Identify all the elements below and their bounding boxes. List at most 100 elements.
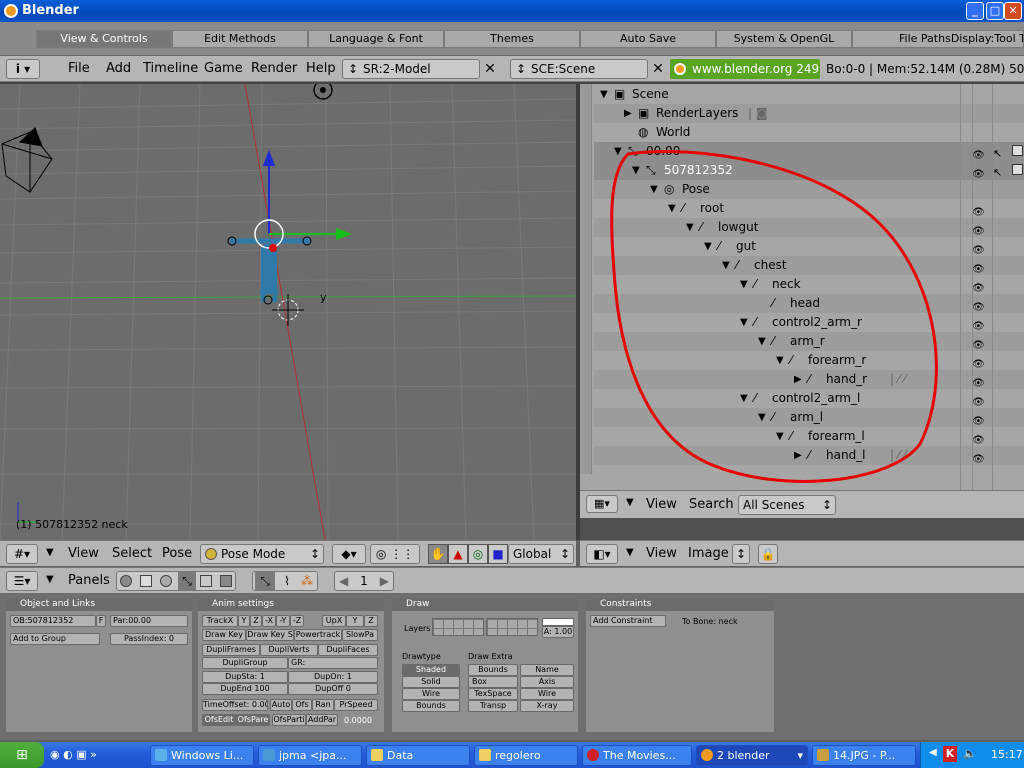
add-constraint-button[interactable]: Add Constraint: [590, 615, 666, 627]
kaspersky-icon[interactable]: K: [943, 746, 957, 762]
add-to-group-button[interactable]: Add to Group: [10, 633, 100, 645]
dupoff-field[interactable]: DupOff 0: [288, 683, 378, 695]
taskbar-item[interactable]: 14.JPG - P...: [812, 745, 916, 766]
editing-icon[interactable]: [200, 575, 212, 587]
color-swatch[interactable]: [542, 618, 574, 626]
outliner[interactable]: ▼ ▣ Scene ▶ ▣ RenderLayers | ◙ ◍ World ▼ ⤡ 00.00 👁 ↖ ▼…: [580, 84, 1024, 490]
auto-button[interactable]: Auto: [270, 699, 292, 711]
decrement-icon[interactable]: ◀: [339, 572, 348, 590]
mode-select[interactable]: Pose Mode ↕: [200, 544, 324, 564]
object-icon[interactable]: ⤡: [178, 572, 196, 590]
prspeed-button[interactable]: PrSpeed: [334, 699, 378, 711]
drawtype-bounds[interactable]: Bounds: [402, 700, 460, 712]
extra-xray[interactable]: X-ray: [520, 700, 574, 712]
track-negy-button[interactable]: -Y: [276, 615, 290, 627]
track-negz-button[interactable]: -Z: [290, 615, 304, 627]
grid-type-icon[interactable]: #▾: [6, 544, 38, 564]
blender-url[interactable]: www.blender.org 249.2: [670, 59, 820, 79]
delete-screen-button[interactable]: ✕: [480, 59, 500, 79]
delete-scene-button[interactable]: ✕: [648, 59, 668, 79]
drawtype-solid[interactable]: Solid: [402, 676, 460, 688]
extra-box[interactable]: Box: [468, 676, 518, 688]
track-z-button[interactable]: Z: [250, 615, 262, 627]
fake-user-button[interactable]: F: [96, 615, 106, 627]
taskbar-item[interactable]: Data: [366, 745, 470, 766]
parent-field[interactable]: Par:00.00: [110, 615, 188, 627]
orientation-select[interactable]: Global ↕: [508, 544, 574, 564]
menu-add[interactable]: Add: [106, 61, 131, 76]
context-buttons[interactable]: ⤡: [116, 571, 236, 591]
draw-key-sel-button[interactable]: Draw Key S: [246, 629, 294, 641]
ofs-button[interactable]: Ofs: [292, 699, 312, 711]
object-settings-icon[interactable]: ⤡: [255, 572, 275, 590]
ofsedit-button[interactable]: OfsEdit: [202, 714, 236, 726]
scene-select[interactable]: ↕ SCE:Scene: [510, 59, 648, 79]
ofsparticle-button[interactable]: OfsParti: [272, 714, 306, 726]
powertrack-button[interactable]: Powertrack: [294, 629, 342, 641]
extra-wire[interactable]: Wire: [520, 688, 574, 700]
tab-themes[interactable]: Themes: [444, 30, 580, 48]
panel-title[interactable]: Object and Links: [6, 598, 192, 611]
menu-panels[interactable]: Panels: [68, 573, 110, 588]
rotate-icon[interactable]: ◎: [468, 544, 488, 564]
object-name-field[interactable]: OB:507812352: [10, 615, 96, 627]
panel-title[interactable]: Anim settings: [198, 598, 384, 611]
translate-icon[interactable]: ▲: [448, 544, 468, 564]
layers-grid-right[interactable]: [486, 618, 538, 636]
menu-select[interactable]: Select: [112, 546, 152, 561]
quick-launch-icon[interactable]: ◉ ◐ ▣ »: [50, 748, 97, 761]
taskbar-item[interactable]: jpma <jpa...: [258, 745, 362, 766]
menu-game[interactable]: Game: [204, 61, 243, 76]
particles-icon[interactable]: ⁂: [297, 572, 317, 590]
menu-file[interactable]: File: [68, 61, 90, 76]
up-z-button[interactable]: Z: [364, 615, 378, 627]
pivot-icon[interactable]: ◎ ⋮⋮: [370, 544, 420, 564]
ofsparent-button[interactable]: OfsPare: [236, 714, 270, 726]
tray-arrow-icon[interactable]: ◀: [929, 747, 937, 758]
taskbar-item[interactable]: Windows Li...: [150, 745, 254, 766]
buttons-type-icon[interactable]: ☰▾: [6, 571, 38, 591]
frame-field[interactable]: ◀ 1 ▶: [334, 571, 394, 591]
dupon-field[interactable]: DupOn: 1: [288, 671, 378, 683]
menu-image[interactable]: Image: [688, 546, 729, 561]
scope-select[interactable]: All Scenes ↕: [738, 495, 836, 515]
addparent-button[interactable]: AddPar: [306, 714, 338, 726]
menu-help[interactable]: Help: [306, 61, 336, 76]
menu-pose[interactable]: Pose: [162, 546, 192, 561]
taskbar-item[interactable]: regolero: [474, 745, 578, 766]
camera-object[interactable]: [1, 127, 53, 193]
image-editor-type-icon[interactable]: ◧▾: [586, 544, 618, 564]
extra-name[interactable]: Name: [520, 664, 574, 676]
collapse-icon[interactable]: ▼: [46, 574, 54, 585]
menu-view[interactable]: View: [68, 546, 99, 561]
layers-grid-left[interactable]: [432, 618, 484, 636]
physics-icon[interactable]: ⌇: [277, 572, 297, 590]
group-field[interactable]: GR:: [288, 657, 378, 669]
manipulator-z-arrow[interactable]: [263, 150, 275, 166]
tab-system-opengl[interactable]: System & OpenGL: [716, 30, 852, 48]
viewport-canvas[interactable]: y: [0, 84, 576, 540]
alpha-field[interactable]: A: 1.00: [542, 626, 574, 638]
taskbar-item[interactable]: The Movies...: [582, 745, 692, 766]
extra-bounds[interactable]: Bounds: [468, 664, 518, 676]
tab-file-paths[interactable]: File PathsDisplay:Tool Tips: [852, 30, 1024, 48]
tab-language-font[interactable]: Language & Font: [308, 30, 444, 48]
speaker-icon[interactable]: 🔈: [963, 747, 977, 760]
3d-viewport[interactable]: y (1) 507812352 neck: [0, 84, 576, 540]
collapse-icon[interactable]: ▼: [626, 547, 634, 558]
image-browse-icon[interactable]: ↕: [732, 544, 750, 564]
dupliframes-button[interactable]: DupliFrames: [202, 644, 260, 656]
draw-type-icon[interactable]: ◆▾: [332, 544, 366, 564]
tab-auto-save[interactable]: Auto Save: [580, 30, 716, 48]
tab-edit-methods[interactable]: Edit Methods: [172, 30, 308, 48]
hand-icon[interactable]: ✋: [428, 544, 448, 564]
shading-icon[interactable]: [160, 575, 172, 587]
lock-icon[interactable]: 🔒: [758, 544, 778, 564]
collapse-icon[interactable]: ▼: [626, 497, 634, 508]
drawtype-wire[interactable]: Wire: [402, 688, 460, 700]
drawtype-shaded[interactable]: Shaded: [402, 664, 460, 676]
ran-button[interactable]: Ran: [312, 699, 334, 711]
scene-icon[interactable]: [220, 575, 232, 587]
menu-view[interactable]: View: [646, 546, 677, 561]
menu-search[interactable]: Search: [689, 497, 734, 512]
